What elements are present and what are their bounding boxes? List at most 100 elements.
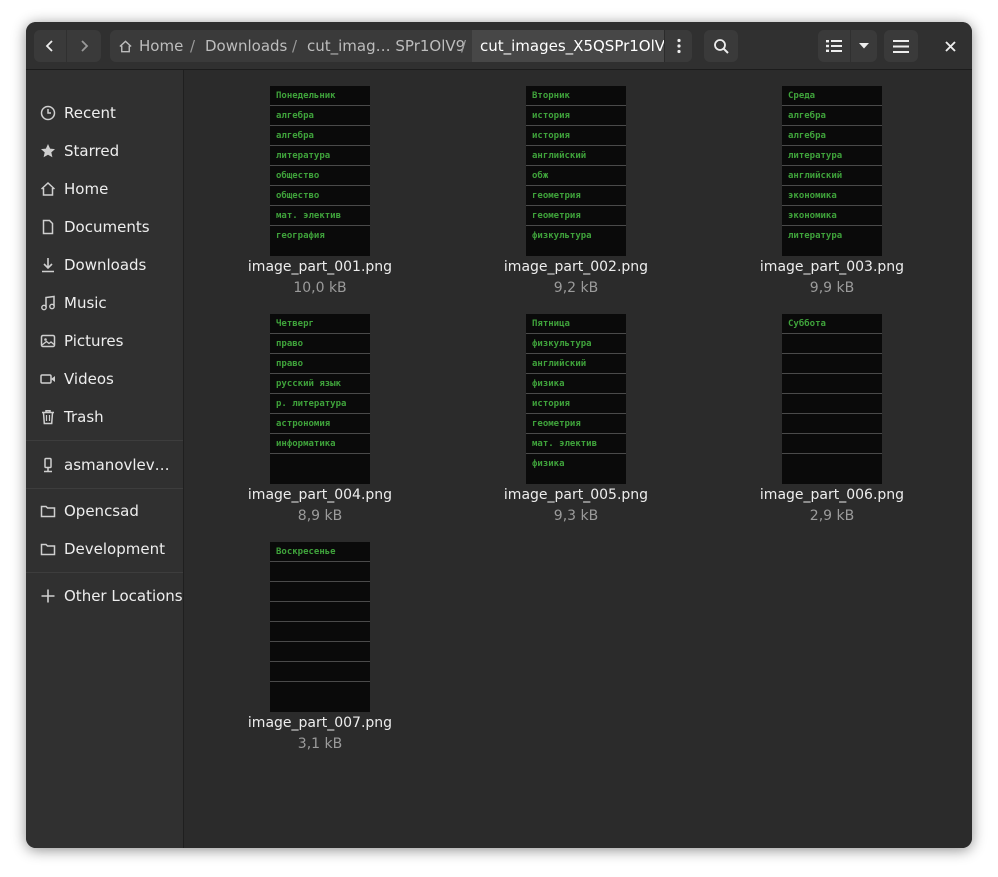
thumbnail-day-label: Воскресенье [270, 542, 370, 562]
thumbnail-subject-cell [270, 622, 370, 642]
thumbnail-subject-cell [782, 454, 882, 474]
clock-icon [39, 104, 57, 122]
thumbnail-subject-cell: физкультура [532, 231, 592, 241]
more-vertical-icon [677, 38, 681, 54]
search-icon [713, 38, 729, 54]
view-options-dropdown[interactable] [851, 30, 877, 62]
view-list-button[interactable] [818, 30, 850, 62]
thumbnail-subject-cell [782, 414, 882, 434]
breadcrumb-downloads-label: Downloads [205, 37, 288, 55]
chevron-left-icon [45, 40, 53, 52]
thumbnail-subject-cell [782, 334, 882, 354]
thumbnail-subject-cell: алгебра [782, 106, 882, 126]
file-thumbnail: Вторник история история английский обж геомет… [526, 86, 626, 256]
thumbnail-subject-cell: астрономия [270, 414, 370, 434]
file-thumbnail: Воскресенье [270, 542, 370, 712]
sidebar-item-music[interactable]: Music [26, 286, 183, 320]
sidebar-item-home[interactable]: Home [26, 172, 183, 206]
thumbnail-subject-cell: русский язык [270, 374, 370, 394]
thumbnail-day-label: Суббота [782, 314, 882, 334]
back-button[interactable] [34, 30, 66, 62]
path-bar: Home / Downloads / cut_imag… SPr1OlV9 / … [110, 30, 692, 62]
sidebar-item-label: asmanovlev… [64, 456, 170, 474]
sidebar-item-label: Downloads [64, 256, 147, 274]
music-icon [39, 294, 57, 312]
breadcrumb-home[interactable]: Home [118, 30, 183, 62]
file-size: 9,3 kB [553, 508, 599, 524]
thumbnail-day-label: Среда [782, 86, 882, 106]
file-name: image_part_006.png [759, 487, 905, 503]
file-name: image_part_004.png [247, 487, 393, 503]
home-icon [119, 39, 132, 52]
file-size: 9,9 kB [809, 280, 855, 296]
thumbnail-subject-cell: экономика [782, 186, 882, 206]
hamburger-menu-icon [893, 39, 909, 53]
thumbnail-subject-cell: экономика [782, 206, 882, 226]
chevron-down-icon [859, 43, 869, 49]
trash-icon [39, 408, 57, 426]
sidebar-item-label: Recent [64, 104, 116, 122]
sidebar-item-label: Videos [64, 370, 114, 388]
download-icon [39, 256, 57, 274]
thumbnail-subject-cell: право [270, 334, 370, 354]
thumbnail-subject-cell: английский [526, 354, 626, 374]
sidebar-item-label: Starred [64, 142, 120, 160]
file-thumbnail: Суббота [782, 314, 882, 484]
sidebar-item-videos[interactable]: Videos [26, 362, 183, 396]
thumbnail-subject-cell [270, 602, 370, 622]
thumbnail-subject-cell: история [526, 106, 626, 126]
thumbnail-day-label: Вторник [526, 86, 626, 106]
thumbnail-subject-cell: общество [270, 186, 370, 206]
thumbnail-subject-cell: литература [788, 231, 843, 241]
thumbnail-subject-cell [270, 682, 370, 702]
close-button[interactable] [934, 30, 966, 62]
sidebar-divider [26, 572, 183, 573]
forward-button[interactable] [67, 30, 101, 62]
breadcrumb-home-label: Home [139, 37, 184, 55]
sidebar-item-recent[interactable]: Recent [26, 96, 183, 130]
search-button[interactable] [704, 30, 738, 62]
thumbnail-subject-cell [782, 394, 882, 414]
sidebar-item-other-locations[interactable]: Other Locations [26, 579, 183, 613]
usb-drive-icon [39, 456, 57, 474]
thumbnail-subject-cell: физика [532, 459, 565, 469]
breadcrumb-parent-label: cut_imag… SPr1OlV9 [307, 37, 466, 55]
plus-icon [39, 587, 57, 605]
breadcrumb-current-folder[interactable]: cut_images_X5QSPr1OlV9 [472, 30, 683, 62]
thumbnail-subject-cell: геометрия [526, 414, 626, 434]
sidebar-item-trash[interactable]: Trash [26, 400, 183, 434]
thumbnail-subject-cell [270, 642, 370, 662]
thumbnail-subject-cell [270, 662, 370, 682]
file-size: 9,2 kB [553, 280, 599, 296]
main-menu-button[interactable] [884, 30, 918, 62]
sidebar-item-documents[interactable]: Documents [26, 210, 183, 244]
thumbnail-subject-cell: история [526, 394, 626, 414]
sidebar: Recent Starred Home Documents Downloads … [26, 70, 184, 848]
sidebar-item-label: Opencsad [64, 502, 139, 520]
breadcrumb-separator: / [292, 37, 298, 55]
document-icon [39, 218, 57, 236]
thumbnail-day-label: Понедельник [270, 86, 370, 106]
sidebar-item-label: Music [64, 294, 107, 312]
thumbnail-subject-cell: информатика [270, 434, 370, 454]
thumbnail-subject-cell: литература [270, 146, 370, 166]
thumbnail-subject-cell: геометрия [526, 186, 626, 206]
sidebar-item-device[interactable]: asmanovlev… [26, 448, 183, 482]
sidebar-item-development[interactable]: Development [26, 532, 183, 566]
sidebar-item-label: Pictures [64, 332, 124, 350]
breadcrumb-separator: / [190, 37, 196, 55]
thumbnail-subject-cell [270, 582, 370, 602]
thumbnail-subject-cell: география [276, 231, 325, 241]
sidebar-item-label: Development [64, 540, 165, 558]
file-name: image_part_002.png [503, 259, 649, 275]
breadcrumb-parent-folder[interactable]: cut_imag… SPr1OlV9 [307, 30, 465, 62]
video-icon [39, 370, 57, 388]
sidebar-item-opencsad[interactable]: Opencsad [26, 494, 183, 528]
path-menu-button[interactable] [664, 30, 692, 62]
chevron-right-icon [81, 40, 89, 52]
sidebar-item-pictures[interactable]: Pictures [26, 324, 183, 358]
sidebar-item-downloads[interactable]: Downloads [26, 248, 183, 282]
breadcrumb-downloads[interactable]: Downloads [205, 30, 287, 62]
sidebar-item-starred[interactable]: Starred [26, 134, 183, 168]
file-size: 2,9 kB [809, 508, 855, 524]
